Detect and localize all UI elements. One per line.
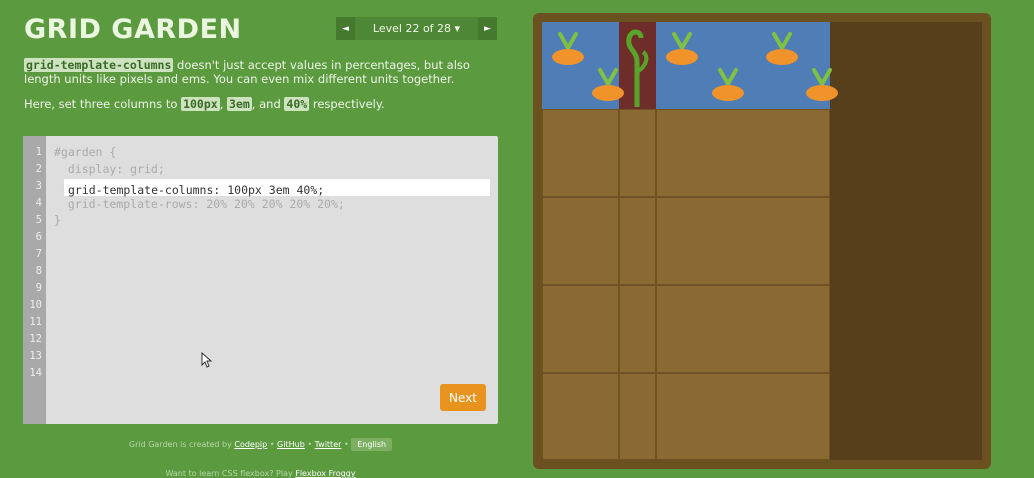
footer-credits: Grid Garden is created by Codepip • GitH… [23,438,498,451]
code-term: grid-template-columns [24,58,174,72]
flexbox-froggy-link[interactable]: Flexbox Froggy [295,469,355,478]
dirt-cell [619,373,656,460]
carrot-icon [592,68,624,101]
instruction-text: respectively. [309,97,385,111]
instruction-paragraph-1: grid-template-columns doesn't just accep… [24,58,499,86]
dirt-cell [542,285,619,373]
line-number: 9 [35,282,42,294]
css-input-line [63,178,491,199]
css-code-input[interactable] [64,181,490,199]
line-number-gutter: 1 2 3 4 5 6 7 8 9 10 11 12 13 14 [23,136,46,424]
code-term: 100px [181,97,220,111]
line-number: 13 [29,350,42,362]
language-button[interactable]: English [351,438,393,451]
dirt-cell [542,109,619,197]
app-title: GRID GARDEN [24,14,242,45]
footer-text: Want to learn CSS flexbox? Play [165,469,296,478]
instruction-paragraph-2: Here, set three columns to 100px, 3em, a… [24,97,499,111]
dirt-cell [656,285,830,373]
code-line: grid-template-rows: 20% 20% 20% 20% 20%; [54,197,345,211]
previous-level-button[interactable]: ◄ [336,17,355,40]
code-term: 40% [284,97,310,111]
dirt-cell [656,197,830,285]
dirt-cell [619,109,656,197]
github-link[interactable]: GitHub [277,440,305,449]
dirt-cell [619,197,656,285]
line-number: 5 [35,214,42,226]
mouse-cursor-icon [201,352,213,368]
line-number: 11 [29,316,42,328]
level-selector[interactable]: Level 22 of 28 ▾ [355,22,478,35]
line-number: 3 [35,180,42,192]
carrot-icon [806,68,838,101]
codepip-link[interactable]: Codepip [234,440,267,449]
code-line: #garden { [54,145,117,159]
footer-separator: • [341,440,352,449]
instruction-text: , and [251,97,285,111]
footer-flexbox: Want to learn CSS flexbox? Play Flexbox … [23,469,498,478]
garden-grid [542,22,982,460]
code-editor: 1 2 3 4 5 6 7 8 9 10 11 12 13 14 #garden… [23,136,498,424]
instructions: grid-template-columns doesn't just accep… [24,58,499,122]
line-number: 7 [35,248,42,260]
footer-separator: • [267,440,278,449]
twitter-link[interactable]: Twitter [315,440,342,449]
right-arrow-icon: ► [484,23,491,34]
dirt-cell [656,109,830,197]
footer-separator: • [304,440,315,449]
carrot-icon [666,32,698,65]
dirt-cell [542,197,619,285]
carrot-icon [712,68,744,101]
line-number: 14 [29,367,42,379]
line-number: 1 [35,146,42,158]
line-number: 12 [29,333,42,345]
instruction-text: , [219,97,228,111]
line-number: 4 [35,197,42,209]
line-number: 2 [35,163,42,175]
code-line: display: grid; [54,162,165,176]
carrot-icon [552,32,584,65]
dirt-cell [542,373,619,460]
line-number: 10 [29,299,42,311]
dirt-cell [619,285,656,373]
level-navigation: ◄ Level 22 of 28 ▾ ► [336,17,497,40]
left-arrow-icon: ◄ [342,23,349,34]
dirt-cell [656,373,830,460]
carrot-icon [766,32,798,65]
line-number: 6 [35,231,42,243]
line-number: 8 [35,265,42,277]
instruction-text: Here, set three columns to [24,97,182,111]
next-level-button[interactable]: ► [478,17,497,40]
footer-text: Grid Garden is created by [128,440,235,449]
next-button[interactable]: Next [440,384,486,411]
code-line: } [54,213,61,227]
code-term: 3em [227,97,252,111]
